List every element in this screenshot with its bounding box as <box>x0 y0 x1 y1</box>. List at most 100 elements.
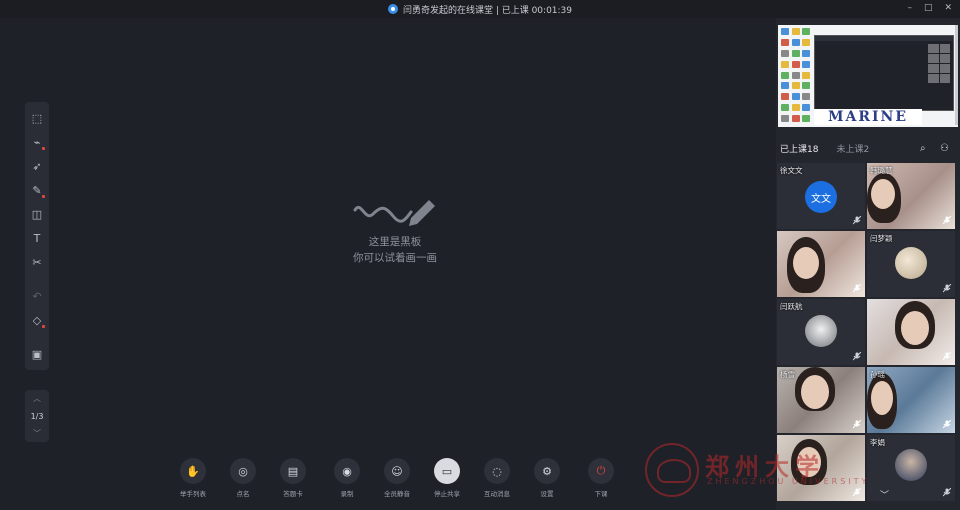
stop-share-button[interactable]: ▭ 停止共享 <box>422 458 472 506</box>
window-title: 闫勇奇发起的在线课堂 | 已上课 00:01:39 <box>402 5 573 16</box>
add-user-icon[interactable]: ⚇ <box>940 143 949 154</box>
answer-card-icon: ▤ <box>280 458 306 484</box>
mic-muted-icon <box>942 420 951 429</box>
page-up-icon[interactable]: ︿ <box>33 393 41 404</box>
mute-all-icon: ☺ <box>384 458 410 484</box>
tool-divider <box>27 333 47 341</box>
preview-banner: MARINE <box>814 109 922 125</box>
eraser-tool[interactable]: ◇ <box>27 309 47 331</box>
undo-tool[interactable]: ↶ <box>27 285 47 307</box>
location-pin-icon: ◎ <box>230 458 256 484</box>
roll-call-label: 点名 <box>236 490 250 498</box>
record-icon: ◉ <box>334 458 360 484</box>
participant-name: 闫梦颖 <box>870 234 893 243</box>
participant-grid: 徐文文 文文 韩璐慧 闫梦颖 闫跃航 杨雪 孙瑶 李娟 <box>777 163 959 501</box>
board-hint-line-1: 这里是黑板 <box>368 236 422 248</box>
mute-all-button[interactable]: ☺ 全员静音 <box>372 458 422 506</box>
bottom-toolbar: ✋ 举手列表 ◎ 点名 ▤ 答题卡 ◉ 录制 ☺ 全员静音 ▭ 停止共享 ◌ 互… <box>168 458 626 506</box>
settings-button[interactable]: ⚙ 设置 <box>522 458 572 506</box>
mic-muted-icon <box>852 488 861 497</box>
end-class-button[interactable]: ⏻ 下课 <box>576 458 626 506</box>
participant-name: 孙瑶 <box>870 370 885 379</box>
screen-share-icon: ▭ <box>434 458 460 484</box>
board-empty-hint: 这里是黑板 你可以试着画一画 <box>330 196 460 266</box>
roll-call-button[interactable]: ◎ 点名 <box>218 458 268 506</box>
tool-divider <box>27 275 47 283</box>
attendance-tabs: 已上课18 未上课2 ⌕ ⚇ <box>780 138 956 158</box>
tab-absent[interactable]: 未上课2 <box>836 142 869 155</box>
close-button[interactable]: ✕ <box>944 3 952 13</box>
participant-tile[interactable] <box>867 299 955 365</box>
answer-card-label: 答题卡 <box>283 490 303 498</box>
text-icon: T <box>33 231 41 245</box>
eraser-icon: ◇ <box>32 313 42 327</box>
answer-card-button[interactable]: ▤ 答题卡 <box>268 458 318 506</box>
preview-window <box>814 35 954 111</box>
shared-screen-preview[interactable]: MARINE <box>778 25 958 127</box>
mic-muted-icon <box>942 488 951 497</box>
participant-tile[interactable]: 杨雪 <box>777 367 865 433</box>
blackboard-canvas[interactable]: 这里是黑板 你可以试着画一画 <box>0 18 775 510</box>
select-area-tool[interactable]: ⬚ <box>27 107 47 129</box>
end-class-label: 下课 <box>594 490 608 498</box>
window-controls: – □ ✕ <box>907 3 952 13</box>
classroom-app: 闫勇奇发起的在线课堂 | 已上课 00:01:39 – □ ✕ 这里是黑板 你可… <box>0 0 960 510</box>
stop-share-label: 停止共享 <box>434 490 460 498</box>
participant-tile[interactable]: 徐文文 文文 <box>777 163 865 229</box>
participant-name: 闫跃航 <box>780 302 803 311</box>
desktop-icons <box>781 28 811 124</box>
maximize-button[interactable]: □ <box>924 3 933 13</box>
search-icon[interactable]: ⌕ <box>920 143 926 154</box>
toolbox-tool[interactable]: ▣ <box>27 343 47 365</box>
laser-pointer-tool[interactable]: ⌁ <box>27 131 47 153</box>
undo-icon: ↶ <box>32 289 42 303</box>
power-icon: ⏻ <box>588 458 614 484</box>
scissors-tool[interactable]: ✂ <box>27 251 47 273</box>
page-indicator: 1/3 <box>30 411 44 421</box>
mic-muted-icon <box>852 284 861 293</box>
mic-muted-icon <box>942 284 951 293</box>
mic-muted-icon <box>852 352 861 361</box>
participant-tile[interactable]: 闫梦颖 <box>867 231 955 297</box>
participant-tile[interactable]: 闫跃航 <box>777 299 865 365</box>
right-panel: MARINE 已上课18 未上课2 ⌕ ⚇ 徐文文 文文 韩璐慧 闫梦颖 闫跃航… <box>776 18 960 510</box>
shapes-tool[interactable]: ◫ <box>27 203 47 225</box>
avatar <box>895 449 927 481</box>
text-tool[interactable]: T <box>27 227 47 249</box>
mic-muted-icon <box>942 216 951 225</box>
settings-label: 设置 <box>540 490 554 498</box>
toolbox-icon: ▣ <box>31 347 43 361</box>
participant-tile[interactable]: 韩璐慧 <box>867 163 955 229</box>
mic-muted-icon <box>852 216 861 225</box>
shapes-icon: ◫ <box>31 207 43 221</box>
participant-name: 李娟 <box>870 438 885 447</box>
participant-name: 徐文文 <box>780 166 803 175</box>
participant-tile[interactable]: 孙瑶 <box>867 367 955 433</box>
pointer-icon: ➶ <box>32 159 42 173</box>
pointer-tool[interactable]: ➶ <box>27 155 47 177</box>
minimize-button[interactable]: – <box>907 3 912 13</box>
avatar <box>895 247 927 279</box>
pen-icon: ✎ <box>32 183 42 197</box>
board-hint-line-2: 你可以试着画一画 <box>353 252 437 264</box>
pen-tool[interactable]: ✎ <box>27 179 47 201</box>
page-navigator: ︿ 1/3 ﹀ <box>25 390 49 442</box>
tab-attended[interactable]: 已上课18 <box>780 142 818 155</box>
record-label: 录制 <box>340 490 354 498</box>
drawing-tool-palette: ⬚ ⌁ ➶ ✎ ◫ T ✂ ↶ ◇ ▣ <box>25 102 49 370</box>
gear-icon: ⚙ <box>534 458 560 484</box>
squiggle-pen-icon <box>353 200 435 226</box>
chat-bubble-icon: ◌ <box>484 458 510 484</box>
mute-all-label: 全员静音 <box>384 490 410 498</box>
participant-tile[interactable] <box>777 435 865 501</box>
interaction-messages-button[interactable]: ◌ 互动消息 <box>472 458 522 506</box>
chevron-down-icon[interactable]: ﹀ <box>880 488 889 501</box>
record-button[interactable]: ◉ 录制 <box>322 458 372 506</box>
participant-tile[interactable] <box>777 231 865 297</box>
avatar <box>805 315 837 347</box>
raise-hand-list-button[interactable]: ✋ 举手列表 <box>168 458 218 506</box>
participant-name: 杨雪 <box>780 370 795 379</box>
raise-hand-icon: ✋ <box>180 458 206 484</box>
page-down-icon[interactable]: ﹀ <box>33 428 41 439</box>
laser-pointer-icon: ⌁ <box>33 135 41 149</box>
